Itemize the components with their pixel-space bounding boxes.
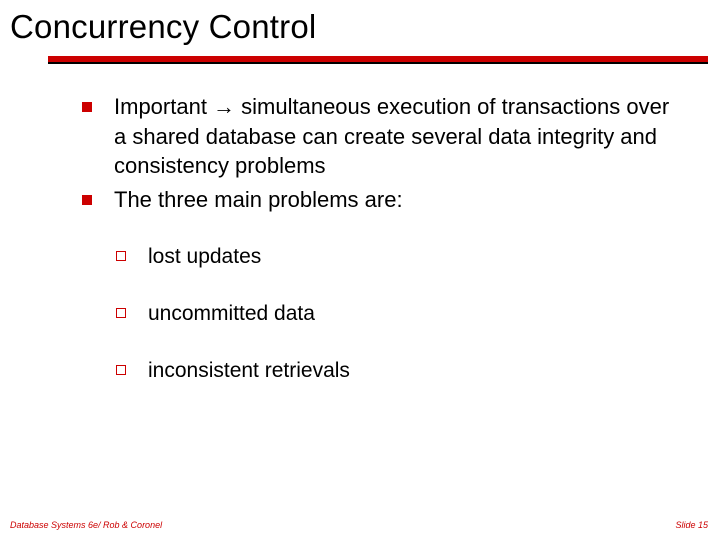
content-area: Important → simultaneous execution of tr… <box>82 92 680 385</box>
sub-list-item: uncommitted data <box>116 300 680 327</box>
sub-list-item: lost updates <box>116 243 680 270</box>
sub-bullet-text: lost updates <box>148 243 261 270</box>
footer-source: Database Systems 6e/ Rob & Coronel <box>10 520 162 530</box>
list-item: The three main problems are: <box>82 185 680 215</box>
sub-list: lost updates uncommitted data inconsiste… <box>116 243 680 385</box>
hollow-square-bullet-icon <box>116 365 126 375</box>
bullet-text: Important → simultaneous execution of tr… <box>114 92 680 181</box>
slide-title: Concurrency Control <box>10 8 710 46</box>
slide: Concurrency Control Important → simultan… <box>0 0 720 540</box>
bullet-text: The three main problems are: <box>114 185 403 215</box>
list-item: Important → simultaneous execution of tr… <box>82 92 680 181</box>
hollow-square-bullet-icon <box>116 308 126 318</box>
square-bullet-icon <box>82 195 92 205</box>
sub-bullet-text: uncommitted data <box>148 300 315 327</box>
title-rule-black <box>48 62 708 64</box>
sub-bullet-text: inconsistent retrievals <box>148 357 350 384</box>
hollow-square-bullet-icon <box>116 251 126 261</box>
sub-list-item: inconsistent retrievals <box>116 357 680 384</box>
footer-slide-number: Slide 15 <box>675 520 708 530</box>
square-bullet-icon <box>82 102 92 112</box>
